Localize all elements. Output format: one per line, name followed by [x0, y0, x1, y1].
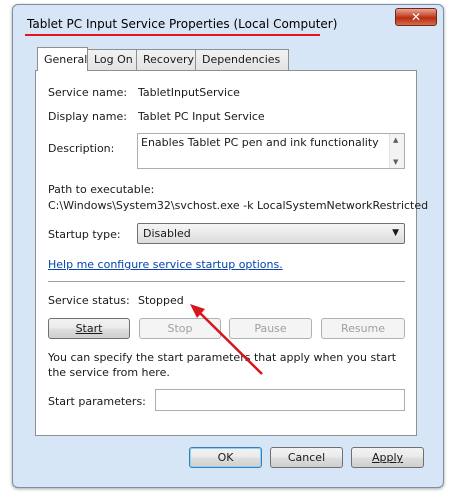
start-button-label: Start	[75, 322, 103, 335]
tab-dependencies[interactable]: Dependencies	[195, 49, 289, 70]
description-scrollbar[interactable]: ▲ ▼	[389, 134, 404, 168]
scroll-up-icon[interactable]: ▲	[393, 136, 398, 144]
help-configure-link[interactable]: Help me configure service startup option…	[48, 258, 283, 271]
resume-button[interactable]: Resume	[321, 318, 405, 339]
ok-button-label: OK	[217, 451, 234, 464]
title-bar[interactable]: Tablet PC Input Service Properties (Loca…	[13, 5, 443, 37]
separator	[48, 281, 405, 282]
close-button[interactable]: ✕	[395, 8, 437, 26]
stop-button[interactable]: Stop	[139, 318, 221, 339]
service-status-label: Service status:	[48, 294, 130, 307]
tab-general[interactable]: General	[37, 47, 88, 71]
tab-recovery-label: Recovery	[143, 53, 195, 66]
service-name-label: Service name:	[48, 86, 128, 99]
display-name-label: Display name:	[48, 110, 127, 123]
tab-log-on-label: Log On	[94, 53, 133, 66]
service-status-value: Stopped	[138, 294, 184, 307]
apply-button[interactable]: Apply	[351, 447, 424, 468]
tab-general-label: General	[44, 53, 88, 66]
path-value: C:\Windows\System32\svchost.exe -k Local…	[48, 199, 429, 212]
stop-button-label: Stop	[167, 322, 193, 335]
pause-button[interactable]: Pause	[229, 318, 312, 339]
general-tab-panel	[35, 70, 417, 436]
startup-type-label: Startup type:	[48, 228, 121, 241]
start-parameters-label: Start parameters:	[48, 395, 146, 408]
cancel-button[interactable]: Cancel	[270, 447, 343, 468]
cancel-button-label: Cancel	[287, 451, 326, 464]
start-parameters-input[interactable]	[155, 389, 405, 411]
tab-log-on[interactable]: Log On	[87, 49, 137, 70]
service-name-value: TabletInputService	[138, 86, 240, 99]
dropdown-arrow-icon: ▼	[392, 228, 399, 238]
description-label: Description:	[48, 142, 115, 155]
tab-dependencies-label: Dependencies	[202, 53, 281, 66]
scroll-down-icon[interactable]: ▼	[393, 158, 398, 166]
start-parameters-note: You can specify the start parameters tha…	[48, 351, 397, 379]
window-title: Tablet PC Input Service Properties (Loca…	[27, 17, 338, 31]
pause-button-label: Pause	[254, 322, 287, 335]
description-text: Enables Tablet PC pen and ink functional…	[141, 136, 379, 149]
description-box[interactable]: Enables Tablet PC pen and ink functional…	[137, 133, 405, 169]
resume-button-label: Resume	[340, 322, 386, 335]
tab-recovery[interactable]: Recovery	[136, 49, 196, 70]
path-label: Path to executable:	[48, 183, 155, 196]
ok-button[interactable]: OK	[189, 447, 262, 468]
apply-button-label: Apply	[371, 451, 404, 464]
start-button[interactable]: Start	[48, 318, 130, 339]
startup-type-dropdown[interactable]: Disabled ▼	[137, 223, 405, 244]
display-name-value: Tablet PC Input Service	[138, 110, 265, 123]
title-highlight-underline	[25, 34, 320, 36]
close-icon: ✕	[410, 10, 422, 24]
startup-type-value: Disabled	[143, 227, 191, 240]
